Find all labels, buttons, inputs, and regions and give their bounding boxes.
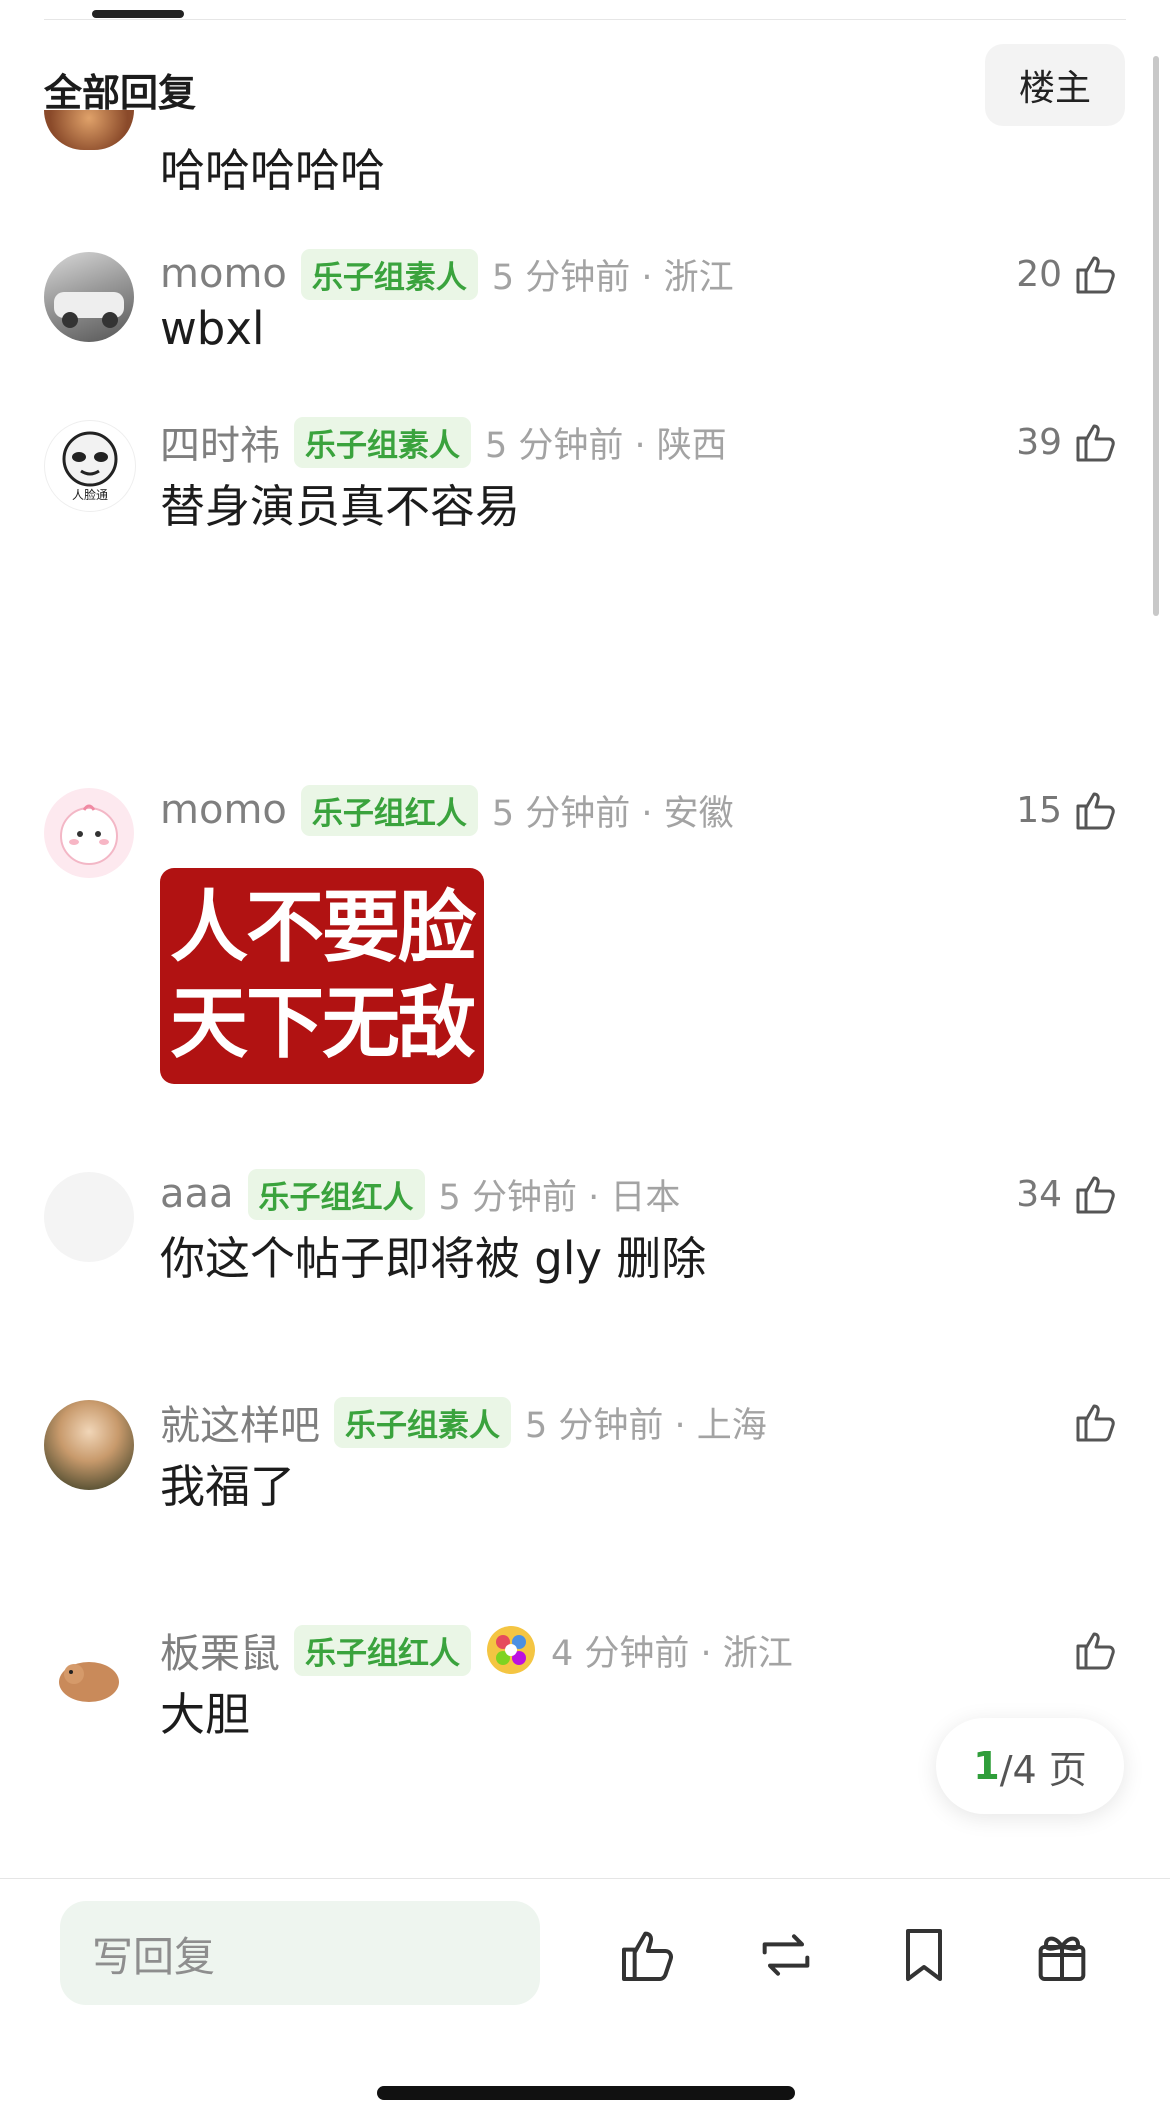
time-location: 5 分钟前 · 安徽 (491, 793, 734, 834)
sticker-image[interactable]: 人不要脸 天下无敌 (160, 868, 484, 1084)
tab-indicator (92, 10, 184, 18)
bookmark-icon[interactable] (892, 1923, 956, 1987)
comment-meta: momo 乐子组素人 5 分钟前 · 浙江 (160, 248, 734, 300)
top-divider (44, 19, 1126, 20)
username[interactable]: momo (160, 787, 287, 833)
comment-meta: 板栗鼠 乐子组红人 4 分钟前 · 浙江 (160, 1621, 793, 1679)
thumb-up-icon[interactable] (1072, 1398, 1120, 1446)
comment-meta: 就这样吧 乐子组素人 5 分钟前 · 上海 (160, 1393, 767, 1451)
home-indicator[interactable] (377, 2086, 795, 2100)
username[interactable]: momo (160, 251, 287, 297)
time-location: 4 分钟前 · 浙江 (551, 1633, 793, 1674)
time-location: 5 分钟前 · 上海 (525, 1405, 767, 1446)
comment-text: 哈哈哈哈哈 (160, 144, 386, 197)
avatar[interactable] (44, 788, 134, 878)
scrollbar[interactable] (1153, 56, 1159, 616)
thumb-up-icon[interactable] (1072, 418, 1120, 466)
thumb-up-icon[interactable] (616, 1923, 680, 1987)
colorful-medal-icon (485, 1624, 537, 1676)
avatar[interactable] (44, 1400, 134, 1490)
thumb-up-icon[interactable] (1072, 250, 1120, 298)
page-title: 全部回复 (44, 71, 197, 115)
comment-meta: momo 乐子组红人 5 分钟前 · 安徽 (160, 784, 734, 836)
username[interactable]: aaa (160, 1171, 234, 1217)
current-page: 1 (973, 1744, 1000, 1788)
user-badge: 乐子组素人 (300, 248, 478, 300)
username[interactable]: 四时祎 (160, 413, 280, 471)
thumb-up-icon[interactable] (1072, 786, 1120, 834)
user-badge: 乐子组红人 (294, 1624, 471, 1676)
pagination-indicator[interactable]: 1 /4 页 (936, 1718, 1124, 1814)
comment-meta: 四时祎 乐子组素人 5 分钟前 · 陕西 (160, 413, 727, 471)
like-control[interactable] (1072, 1396, 1120, 1448)
username[interactable]: 就这样吧 (160, 1393, 320, 1451)
total-pages: /4 页 (999, 1747, 1087, 1792)
gift-icon[interactable] (1030, 1923, 1094, 1987)
sticker-line: 天下无敌 (169, 978, 476, 1069)
like-count: 39 (1016, 421, 1062, 463)
comment-text: 你这个帖子即将被 gly 删除 (160, 1232, 707, 1285)
reply-input[interactable]: 写回复 (60, 1901, 540, 2005)
sticker-line: 人不要脸 (169, 882, 476, 973)
time-location: 5 分钟前 · 日本 (438, 1177, 681, 1218)
user-badge: 乐子组素人 (294, 416, 471, 468)
thumb-up-icon[interactable] (1072, 1626, 1120, 1674)
time-location: 5 分钟前 · 浙江 (491, 257, 734, 298)
like-control[interactable]: 39 (1016, 416, 1120, 468)
avatar[interactable]: 人脸通 (44, 420, 136, 512)
like-control[interactable]: 15 (1016, 784, 1120, 836)
user-badge: 乐子组红人 (300, 784, 478, 836)
avatar[interactable] (44, 110, 134, 150)
like-control[interactable] (1072, 1624, 1120, 1676)
svg-text:人脸通: 人脸通 (72, 488, 108, 502)
comment-meta: aaa 乐子组红人 5 分钟前 · 日本 (160, 1168, 680, 1220)
avatar[interactable] (44, 1172, 134, 1262)
like-control[interactable]: 34 (1016, 1168, 1120, 1220)
like-control[interactable]: 20 (1016, 248, 1120, 300)
comment-text: 替身演员真不容易 (160, 480, 521, 533)
thumb-up-icon[interactable] (1072, 1170, 1120, 1218)
comment-text: 我福了 (160, 1460, 296, 1513)
repost-icon[interactable] (754, 1923, 818, 1987)
like-count: 34 (1016, 1173, 1062, 1215)
comment-text: wbxl (160, 302, 265, 355)
user-badge: 乐子组红人 (247, 1168, 425, 1220)
op-only-button[interactable]: 楼主 (985, 44, 1125, 126)
user-badge: 乐子组素人 (334, 1396, 511, 1448)
username[interactable]: 板栗鼠 (160, 1621, 280, 1679)
avatar[interactable] (44, 252, 134, 342)
comment-text: 大胆 (160, 1688, 251, 1741)
time-location: 5 分钟前 · 陕西 (485, 425, 727, 466)
like-count: 20 (1016, 253, 1062, 295)
like-count: 15 (1016, 789, 1062, 831)
avatar[interactable] (44, 1628, 134, 1718)
